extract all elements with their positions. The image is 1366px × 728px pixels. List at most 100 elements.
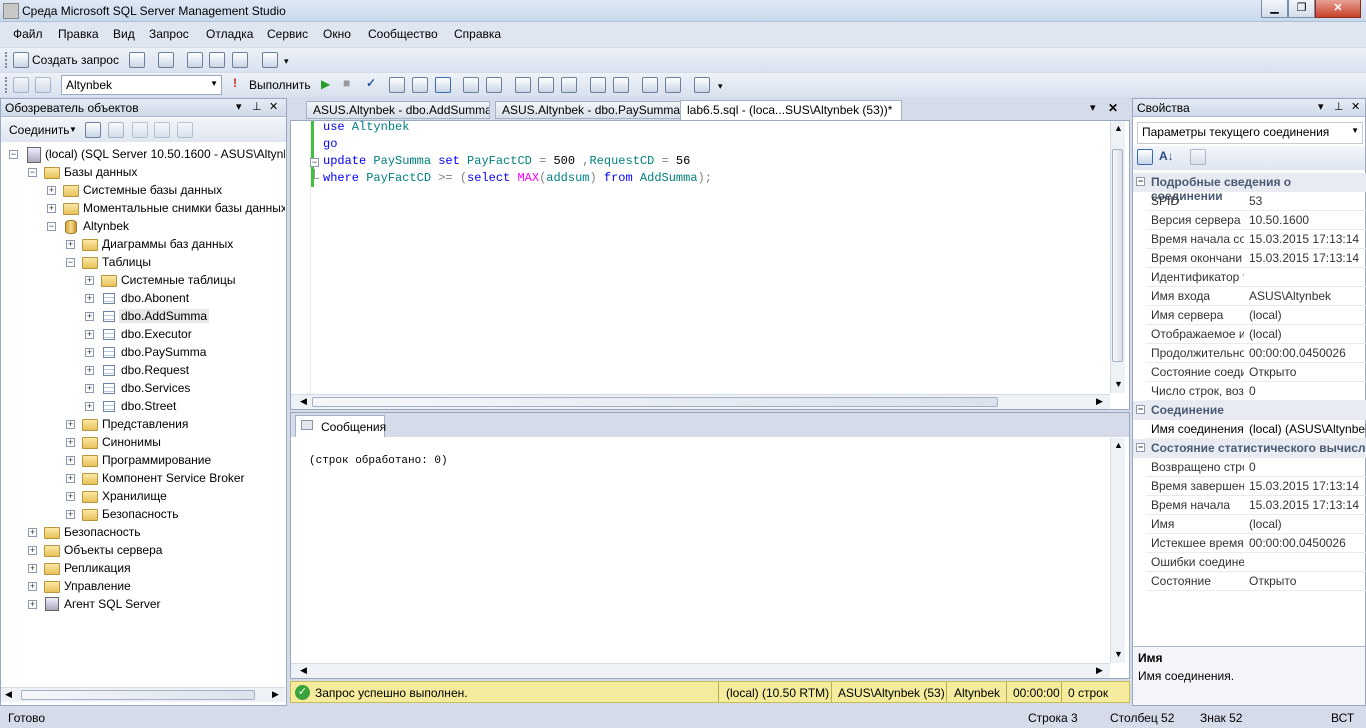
uncomment-icon[interactable] — [613, 77, 629, 93]
new-file-icon[interactable] — [129, 52, 145, 68]
expand-icon[interactable]: + — [28, 600, 37, 609]
property-row[interactable]: Число строк, воз 0 — [1146, 382, 1366, 401]
register-icon[interactable] — [108, 122, 124, 138]
comment-icon[interactable] — [590, 77, 606, 93]
execute-button[interactable]: Выполнить — [249, 78, 311, 92]
property-row[interactable]: Продолжительно 00:00:00.0450026 — [1146, 344, 1366, 363]
expand-icon[interactable]: + — [85, 294, 94, 303]
tree-node-management[interactable]: + Управление — [1, 578, 285, 596]
alphabetical-icon[interactable]: A↓ — [1159, 149, 1174, 163]
tree-node-table[interactable]: + dbo.Services — [1, 380, 285, 398]
database-select[interactable]: Altynbek ▼ — [61, 75, 222, 95]
tree-node-tables[interactable]: − Таблицы — [1, 254, 285, 272]
category-connection-details[interactable]: − Подробные сведения о соединении — [1133, 173, 1366, 203]
expand-icon[interactable]: + — [47, 204, 56, 213]
sqlcmd-mode-icon[interactable] — [561, 77, 577, 93]
dropdown-icon[interactable]: ▾ — [1318, 100, 1324, 113]
property-row[interactable]: Имя сервера (local) — [1146, 306, 1366, 325]
filter-icon[interactable] — [154, 122, 170, 138]
collapse-icon[interactable]: − — [9, 150, 18, 159]
tree-node-db-security[interactable]: + Безопасность — [1, 506, 285, 524]
expand-icon[interactable]: + — [66, 438, 75, 447]
tree-node-programmability[interactable]: + Программирование — [1, 452, 285, 470]
tree-node-databases[interactable]: − Базы данных — [1, 164, 285, 182]
menu-help[interactable]: Справка — [454, 27, 501, 41]
property-row[interactable]: Состояние соеди Открыто — [1146, 363, 1366, 382]
tree-node-altynbek[interactable]: − Altynbek — [1, 218, 285, 236]
menu-tools[interactable]: Сервис — [267, 27, 308, 41]
tree-node-views[interactable]: + Представления — [1, 416, 285, 434]
tree-node-table[interactable]: + dbo.Street — [1, 398, 285, 416]
menu-query[interactable]: Запрос — [149, 27, 189, 41]
tree-node-storage[interactable]: + Хранилище — [1, 488, 285, 506]
property-row[interactable]: Отображаемое и (local) — [1146, 325, 1366, 344]
dropdown-icon[interactable]: ▾ — [236, 100, 242, 113]
expand-icon[interactable]: + — [66, 474, 75, 483]
category-statistics[interactable]: − Состояние статистического вычисле — [1133, 439, 1366, 458]
editor-hscroll[interactable]: ◀ ▶ — [291, 394, 1110, 409]
property-row[interactable]: Время начала со 15.03.2015 17:13:14 — [1146, 230, 1366, 249]
tree-node-server-objects[interactable]: + Объекты сервера — [1, 542, 285, 560]
scroll-up-icon[interactable]: ▲ — [1114, 440, 1123, 450]
expand-icon[interactable]: + — [66, 240, 75, 249]
activity-monitor-icon[interactable] — [262, 52, 278, 68]
pin-icon[interactable]: ⊥ — [252, 100, 262, 113]
expand-icon[interactable]: + — [66, 420, 75, 429]
properties-object-select[interactable]: Параметры текущего соединения ▼ — [1137, 122, 1363, 144]
expand-icon[interactable]: + — [28, 528, 37, 537]
tab-lab6-5-sql[interactable]: lab6.5.sql - (loca...SUS\Altynbek (53))* — [680, 100, 902, 120]
new-query-button[interactable]: Создать запрос — [32, 53, 119, 67]
property-row[interactable]: Имя входа ASUS\Altynbek — [1146, 287, 1366, 306]
expand-icon[interactable]: + — [85, 366, 94, 375]
close-button[interactable]: ✕ — [1315, 0, 1361, 18]
save-icon[interactable] — [209, 52, 225, 68]
tree-node-table-selected[interactable]: + dbo.AddSumma — [1, 308, 285, 326]
menu-window[interactable]: Окно — [323, 27, 351, 41]
increase-indent-icon[interactable] — [665, 77, 681, 93]
expand-icon[interactable]: + — [85, 330, 94, 339]
tree-node-snapshots[interactable]: + Моментальные снимки базы данных — [1, 200, 285, 218]
expand-icon[interactable]: + — [28, 582, 37, 591]
new-query-icon[interactable] — [13, 52, 29, 68]
property-row[interactable]: Идентификатор т — [1146, 268, 1366, 287]
toolbar-grip[interactable] — [5, 52, 8, 68]
tree-node-table[interactable]: + dbo.Executor — [1, 326, 285, 344]
object-explorer-hscroll[interactable]: ◀ ▶ — [1, 687, 285, 702]
tree-node-diagrams[interactable]: + Диаграммы баз данных — [1, 236, 285, 254]
menu-view[interactable]: Вид — [113, 27, 135, 41]
print-icon[interactable] — [232, 52, 248, 68]
property-row[interactable]: Имя соединения (local) (ASUS\Altynbek) — [1146, 420, 1366, 439]
open-file-icon[interactable] — [187, 52, 203, 68]
query-designer-icon[interactable] — [412, 77, 428, 93]
tree-node-replication[interactable]: + Репликация — [1, 560, 285, 578]
expand-icon[interactable]: + — [47, 186, 56, 195]
collapse-icon[interactable]: − — [1136, 443, 1145, 452]
expand-icon[interactable]: + — [28, 546, 37, 555]
tab-addsumma[interactable]: ASUS.Altynbek - dbo.AddSumma — [306, 101, 490, 119]
menu-community[interactable]: Сообщество — [368, 27, 438, 41]
stop-icon[interactable]: ■ — [343, 76, 350, 90]
tab-list-icon[interactable]: ▾ — [1090, 101, 1096, 114]
scroll-right-icon[interactable]: ▶ — [1096, 396, 1103, 407]
client-statistics-icon[interactable] — [538, 77, 554, 93]
close-icon[interactable]: ✕ — [269, 100, 278, 113]
toolbar-overflow-icon[interactable]: ▾ — [284, 56, 289, 67]
tree-node-synonyms[interactable]: + Синонимы — [1, 434, 285, 452]
property-row[interactable]: Ошибки соедине — [1146, 553, 1366, 572]
tree-node-sql-agent[interactable]: + Агент SQL Server — [1, 596, 285, 614]
scroll-left-icon[interactable]: ◀ — [300, 665, 307, 676]
expand-icon[interactable]: + — [66, 510, 75, 519]
expand-icon[interactable]: + — [85, 348, 94, 357]
expand-icon[interactable]: + — [85, 312, 94, 321]
property-row[interactable]: Время окончани 15.03.2015 17:13:14 — [1146, 249, 1366, 268]
scroll-left-icon[interactable]: ◀ — [300, 396, 307, 407]
menu-debug[interactable]: Отладка — [206, 27, 253, 41]
collapse-icon[interactable]: − — [1136, 405, 1145, 414]
scroll-down-icon[interactable]: ▼ — [1114, 649, 1123, 659]
parse-check-icon[interactable]: ✓ — [366, 76, 376, 90]
expand-icon[interactable]: + — [66, 456, 75, 465]
disconnect-icon[interactable] — [85, 122, 101, 138]
tree-node-system-databases[interactable]: + Системные базы данных — [1, 182, 285, 200]
scroll-right-icon[interactable]: ▶ — [272, 689, 279, 700]
editor-vscroll[interactable]: ▲ ▼ — [1110, 121, 1125, 393]
